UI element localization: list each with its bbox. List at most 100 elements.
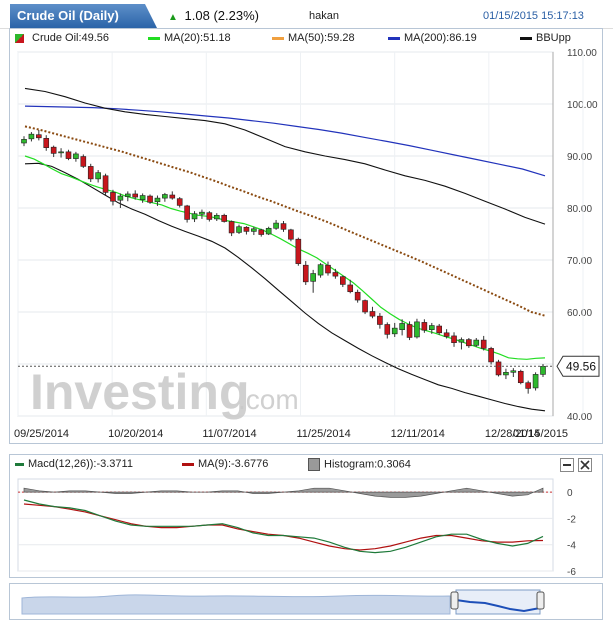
candle-body [258, 229, 265, 235]
candle-body [199, 211, 205, 215]
candle-body [421, 322, 428, 331]
macd-y-tick-label: -4 [567, 541, 576, 552]
x-tick-label: 01/15/2015 [513, 428, 568, 440]
candle-body [36, 134, 42, 139]
candle-body [317, 264, 324, 276]
candle-body [295, 238, 302, 264]
candle-body [243, 226, 250, 232]
x-tick-label: 11/25/2014 [297, 428, 351, 440]
candle-body [280, 223, 287, 230]
candle-body [451, 335, 457, 343]
candle-body [458, 339, 465, 343]
candle-body [473, 339, 480, 346]
candle-body [377, 315, 383, 325]
last-price-label: 49.56 [566, 359, 596, 373]
candle-body [384, 324, 391, 335]
candle-body [391, 327, 398, 335]
instrument-title-tab[interactable]: Crude Oil (Daily) [10, 4, 157, 28]
y-tick-label: 40.00 [567, 412, 592, 423]
macd-plot-area [17, 478, 554, 572]
candle-body [102, 175, 109, 193]
candle-body [176, 198, 183, 206]
candle-body [162, 194, 168, 199]
candle-body [43, 138, 50, 148]
navigator-right-handle[interactable] [536, 591, 545, 610]
y-tick-label: 110.00 [567, 48, 597, 59]
candle-body [28, 133, 35, 140]
candle-body [288, 229, 294, 240]
candle-body [191, 213, 198, 220]
instrument-title: Crude Oil (Daily) [17, 8, 119, 23]
price-chart-panel[interactable]: Crude Oil:49.56 MA(20):51.18 MA(50):59.2… [9, 28, 603, 444]
candle-body [503, 372, 509, 376]
macd-chart-svg: 0 -2 -4 -6 [17, 478, 576, 577]
username: hakan [309, 10, 339, 22]
candle-body [369, 311, 376, 317]
candle-body [73, 153, 79, 159]
candle-body [428, 325, 435, 330]
investing-watermark-suffix: .com [238, 384, 299, 415]
candle-body [110, 192, 116, 202]
macd-panel[interactable]: Macd(12,26)):-3.3711 MA(9):-3.6776 Histo… [9, 454, 603, 578]
macd-y-tick-label: -2 [567, 514, 576, 525]
candle-body [132, 193, 139, 198]
candle-body [273, 222, 279, 229]
candle-body [480, 339, 487, 349]
candle-body [517, 370, 524, 384]
candle-body [310, 273, 316, 282]
navigator-history-area [21, 594, 451, 615]
timestamp: 01/15/2015 15:17:13 [483, 10, 584, 22]
candle-body [50, 146, 57, 154]
candle-body [184, 205, 190, 220]
candle-body [117, 195, 124, 201]
candle-body [495, 361, 502, 376]
candle-body [443, 332, 450, 337]
candle-body [169, 194, 176, 199]
candle-body [221, 214, 227, 222]
investing-watermark: Investing [30, 364, 249, 420]
navigator-scroller[interactable] [9, 583, 603, 620]
candle-body [325, 264, 331, 274]
candle-body [80, 156, 87, 167]
candle-body [206, 212, 213, 220]
x-tick-label: 11/07/2014 [202, 428, 256, 440]
price-chart-svg: 40.0050.0060.0070.0080.0090.00100.00110.… [14, 48, 600, 440]
candle-body [414, 321, 420, 338]
candle-body [58, 151, 64, 154]
x-tick-label: 10/20/2014 [108, 428, 163, 440]
navigator-left-handle[interactable] [450, 591, 459, 610]
candle-body [354, 291, 361, 301]
up-arrow-icon: ▲ [168, 12, 178, 23]
candle-body [147, 195, 153, 203]
navigator-svg [21, 589, 545, 615]
price-change: ▲ 1.08 (2.23%) [168, 8, 259, 23]
candle-body [228, 221, 235, 234]
candle-body [510, 370, 517, 373]
y-tick-label: 80.00 [567, 204, 592, 215]
candle-body [332, 272, 339, 277]
candle-body [139, 195, 146, 200]
chart-header: Crude Oil (Daily) ▲ 1.08 (2.23%) hakan 0… [0, 0, 613, 29]
candle-body [406, 324, 413, 338]
candle-body [21, 139, 27, 144]
candle-body [154, 197, 161, 203]
candle-body [125, 193, 131, 197]
candle-body [95, 172, 101, 180]
candle-body [340, 276, 346, 285]
y-tick-label: 70.00 [567, 256, 592, 267]
candle-body [302, 264, 309, 283]
price-change-value: 1.08 (2.23%) [184, 8, 259, 23]
candle-body [65, 151, 72, 159]
candle-body [347, 284, 354, 293]
candle-body [525, 382, 531, 389]
macd-y-tick-label: -6 [567, 567, 576, 577]
candle-body [532, 374, 539, 389]
candle-body [251, 228, 257, 232]
candle-body [540, 365, 546, 375]
candle-body [87, 166, 94, 180]
candle-body [213, 214, 220, 220]
y-tick-label: 90.00 [567, 152, 592, 163]
candle-body [488, 348, 494, 363]
candle-body [236, 226, 242, 233]
candle-body [265, 227, 272, 235]
